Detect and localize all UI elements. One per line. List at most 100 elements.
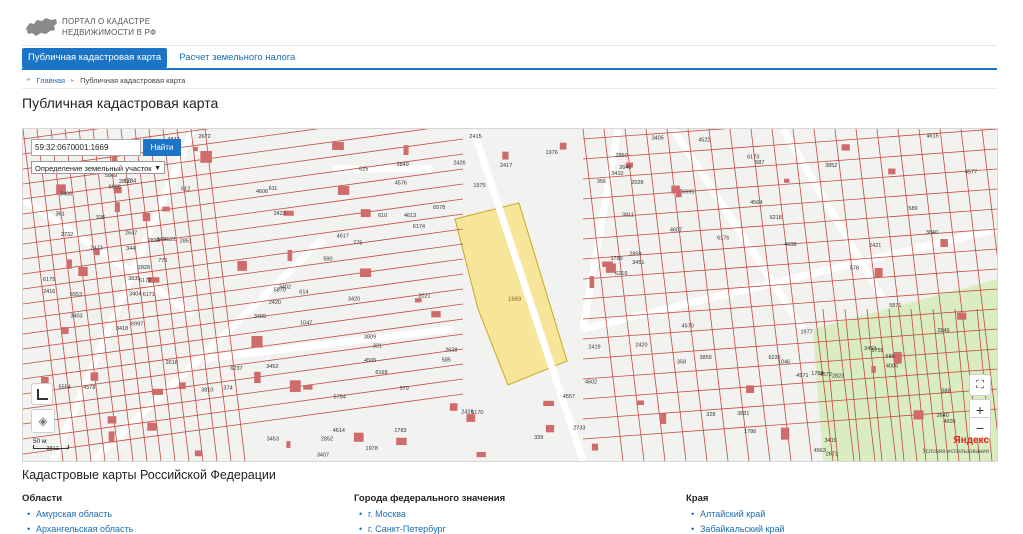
parcel-number-label: 3403 (70, 313, 82, 319)
parcel-number-label: 2421 (869, 243, 881, 249)
parcel-number-label: 2838 (148, 238, 160, 244)
parcel-number-label: 2733 (573, 425, 585, 431)
parcel-number-label: 3453 (267, 437, 279, 443)
parcel-number-label: 2732 (61, 232, 73, 238)
fullscreen-button[interactable]: ⛶ (969, 374, 991, 396)
cadastral-number-input[interactable] (31, 139, 141, 156)
building-shape (396, 437, 407, 446)
parcel-number-label: 2420 (635, 343, 647, 349)
parcel-number-label: 2021 (418, 293, 430, 299)
breadcrumb-home-link[interactable]: Главная (37, 76, 66, 85)
parcel-number-label: 2420 (269, 300, 281, 306)
region-link[interactable]: Алтайский край (686, 509, 784, 519)
russia-map-icon[interactable] (24, 14, 58, 38)
building-shape (359, 268, 372, 278)
building-shape (194, 450, 203, 457)
region-link[interactable]: Амурская область (22, 509, 133, 519)
building-shape (107, 416, 117, 424)
building-shape (332, 141, 344, 151)
logo-line-2: НЕДВИЖИМОСТИ В РФ (62, 28, 157, 37)
building-shape (543, 400, 554, 406)
parcel-number-label: 339 (534, 435, 543, 441)
parcel-number-label: 4613 (404, 213, 416, 219)
terms-of-use-link[interactable]: Условия использования (922, 449, 989, 455)
parcel-number-label: 4602 (585, 380, 597, 386)
building-shape (337, 185, 350, 195)
parcel-number-label: 2417 (500, 163, 512, 169)
building-shape (78, 266, 88, 277)
parcel-number-label: 3840 (926, 230, 938, 236)
parcel-number-label: 625 (359, 167, 368, 173)
parcel-number-label: 4564 (750, 200, 762, 206)
building-shape (162, 206, 170, 212)
building-shape (888, 168, 896, 175)
building-shape (287, 250, 293, 262)
parcel-number-label: 3852 (825, 163, 837, 169)
site-logo-text[interactable]: ПОРТАЛ О КАДАСТРЕ НЕДВИЖИМОСТИ В РФ (62, 16, 156, 38)
parcel-number-label: 6218 (770, 215, 782, 221)
parcel-number-label: 589 (908, 206, 917, 212)
parcel-number-label: 2426 (453, 161, 465, 167)
parcel-number-label: 4605 (943, 419, 955, 425)
parcel-number-label: 1976 (546, 150, 558, 156)
parcel-number-label: 2859 (629, 252, 641, 258)
building-shape (545, 424, 555, 433)
parcel-number-label: 3405 (652, 135, 664, 141)
parcel-number-label: 3419 (824, 438, 836, 444)
building-shape (957, 312, 967, 320)
tab-land-tax[interactable]: Расчет земельного налога (173, 48, 301, 68)
selection-tool-button[interactable] (31, 383, 53, 405)
parcel-number-label: 585 (442, 357, 451, 363)
parcel-number-label: 4617 (337, 234, 349, 240)
cadastral-map[interactable]: 1046 1047 2618 2849 775 776 1788 1789 1784 1783 17… (22, 128, 998, 462)
building-shape (746, 385, 755, 393)
building-shape (449, 403, 458, 411)
parcel-number-label: 4607 (670, 228, 682, 234)
building-shape (178, 382, 186, 390)
layers-button[interactable]: ◈ (31, 409, 55, 433)
find-button[interactable]: Найти (143, 139, 181, 156)
layers-icon: ◈ (38, 414, 48, 428)
parcel-number-label: 6171 (143, 292, 155, 298)
region-link[interactable]: г. Москва (354, 509, 505, 519)
breadcrumb: ⌖ Главная ▸ Публичная кадастровая карта (26, 73, 997, 87)
parcel-number-label: 6995 (682, 190, 694, 196)
parcel-number-label: 356 (597, 179, 606, 185)
parcel-number-label: 374 (224, 385, 233, 391)
map-scale-bar: 50 м (33, 438, 69, 449)
parcel-number-label: 4006 (886, 364, 898, 370)
building-shape (784, 178, 790, 183)
parcel-number-label: 2672 (198, 134, 210, 140)
parcel-number-label: 5554 (59, 385, 71, 391)
parcel-number-label: 4563 (814, 448, 826, 454)
map-search: Найти (31, 139, 181, 156)
header-divider (22, 45, 997, 46)
building-shape (589, 276, 595, 289)
parcel-number-label: 1977 (800, 330, 812, 336)
building-shape (360, 209, 371, 218)
logo-line-1: ПОРТАЛ О КАДАСТРЕ (62, 17, 151, 26)
parcel-number-label: 2640 (937, 413, 949, 419)
parcel-number-label: 1783 (394, 428, 406, 434)
building-shape (559, 142, 567, 150)
map-canvas[interactable]: 10461047261828497757761788178917841783 17… (23, 129, 997, 461)
object-type-select[interactable]: Определение земельный участок ▼ (31, 161, 165, 174)
regions-column-krais: Края Алтайский край Забайкальский край (686, 493, 784, 534)
parcel-number-label: 580 (886, 354, 895, 360)
parcel-number-label: 2415 (469, 134, 481, 140)
parcel-number-label: 4578 (83, 385, 95, 391)
building-shape (591, 443, 599, 451)
tab-cadastral-map[interactable]: Публичная кадастровая карта (22, 48, 168, 68)
parcel-number-label: 6997 (131, 322, 143, 328)
building-shape (193, 146, 198, 152)
yandex-logo[interactable]: Яндекс (953, 435, 989, 446)
parcel-number-label: 3849 (397, 162, 409, 168)
parcel-number-label: 2849 (937, 328, 949, 334)
parcel-number-label: 2851 (180, 238, 192, 244)
parcel-number-label: 3811 (622, 212, 634, 218)
selection-box-icon (36, 388, 48, 400)
building-shape (676, 188, 682, 198)
parcel-number-label: 1978 (366, 446, 378, 452)
building-shape (151, 388, 164, 395)
parcel-number-label: 4557 (563, 394, 575, 400)
